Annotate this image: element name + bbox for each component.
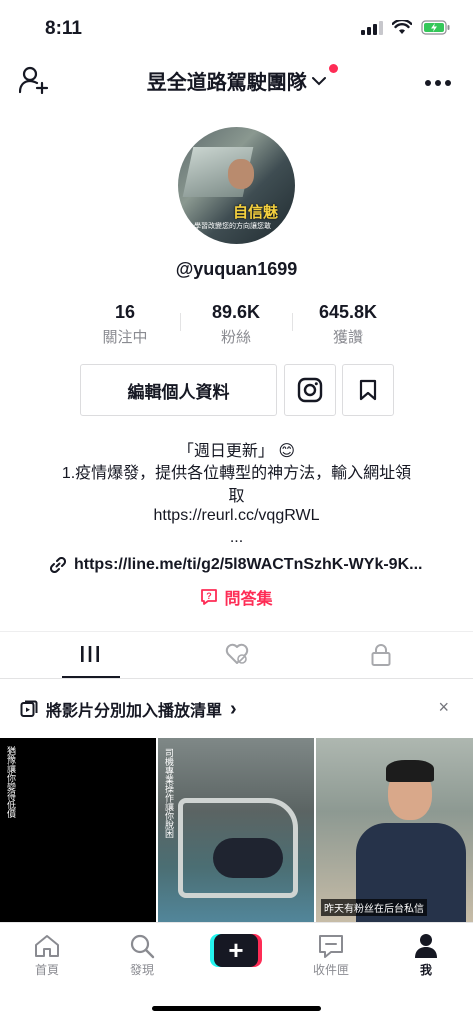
more-options-button[interactable] xyxy=(424,74,452,92)
nav-label: 首頁 xyxy=(34,963,59,977)
tab-private[interactable] xyxy=(370,643,392,672)
chevron-right-icon: › xyxy=(230,697,237,720)
nav-home[interactable]: 首頁 xyxy=(17,931,77,978)
stat-likes[interactable]: 645.8K 獲讚 xyxy=(293,302,403,347)
qa-button[interactable]: ? 問答集 xyxy=(0,585,473,609)
playlist-label: 將影片分別加入播放清單 xyxy=(46,703,223,720)
home-indicator xyxy=(152,1006,321,1011)
bottom-nav: 首頁 發現 + 收件匣 我 xyxy=(0,922,473,992)
status-icons xyxy=(361,20,451,35)
profile-link[interactable]: https://line.me/ti/g2/5l8WACTnSzhK-WYk-9… xyxy=(50,556,422,574)
battery-charging-icon xyxy=(421,20,450,35)
avatar-face xyxy=(228,159,254,189)
home-icon xyxy=(35,935,59,957)
cellular-signal-icon xyxy=(361,20,383,35)
video-thumbnail[interactable]: 司機專業操作讓你脫困 xyxy=(158,738,314,922)
search-icon xyxy=(130,934,155,959)
playlist-icon xyxy=(20,700,38,717)
nav-label: 我 xyxy=(419,963,432,977)
avatar-caption: 自信魅 xyxy=(233,203,279,221)
heart-hidden-icon xyxy=(225,643,249,664)
svg-text:?: ? xyxy=(207,591,213,601)
wifi-icon xyxy=(392,20,412,34)
nav-label: 收件匣 xyxy=(312,963,349,977)
tab-liked[interactable] xyxy=(225,643,249,670)
playlist-prompt[interactable]: 將影片分別加入播放清單 › xyxy=(20,697,237,721)
video-caption: 昨天有粉丝在后台私信 xyxy=(321,899,427,916)
bio-url: https://reurl.cc/vqgRWL xyxy=(153,507,320,524)
bio-line: 「週日更新」 😊 xyxy=(177,443,296,460)
chevron-down-icon xyxy=(312,76,327,85)
qa-label: 問答集 xyxy=(224,591,273,608)
avatar-subcaption: 學習改變您的方向讓您敢 xyxy=(194,222,271,230)
tab-videos[interactable] xyxy=(79,643,101,670)
close-button[interactable]: × xyxy=(438,697,449,718)
account-switcher[interactable]: 昱全道路駕駛團隊 xyxy=(0,66,473,95)
person-hair xyxy=(386,760,434,782)
inbox-icon xyxy=(319,935,343,958)
stat-value: 645.8K xyxy=(318,302,378,322)
lock-icon xyxy=(371,644,391,666)
stat-label: 獲讚 xyxy=(332,329,363,346)
question-message-icon: ? xyxy=(201,589,218,605)
stat-label: 關注中 xyxy=(102,329,148,346)
profile-link-text: https://line.me/ti/g2/5l8WACTnSzhK-WYk-9… xyxy=(74,556,423,573)
video-thumbnail[interactable]: 昨天有粉丝在后台私信 xyxy=(316,738,473,922)
link-icon xyxy=(50,557,66,573)
instagram-button[interactable] xyxy=(284,364,336,416)
grid-columns-icon xyxy=(81,646,99,662)
create-button[interactable]: + xyxy=(210,934,262,967)
person-shape xyxy=(213,838,283,878)
stat-following[interactable]: 16 關注中 xyxy=(70,302,180,347)
bio-ellipsis[interactable]: ... xyxy=(40,526,433,549)
more-dots-icon xyxy=(425,80,451,86)
nav-me[interactable]: 我 xyxy=(396,931,456,978)
avatar[interactable]: 自信魅 學習改變您的方向讓您敢 xyxy=(178,127,295,244)
nav-inbox[interactable]: 收件匣 xyxy=(301,931,361,978)
divider xyxy=(0,678,473,679)
favorites-button[interactable] xyxy=(342,364,394,416)
plus-icon: + xyxy=(214,934,258,967)
stat-followers[interactable]: 89.6K 粉絲 xyxy=(181,302,291,347)
video-overlay-text: 司機專業操作讓你脫困 xyxy=(163,748,173,838)
stat-label: 粉絲 xyxy=(220,329,251,346)
profile-icon xyxy=(415,934,437,958)
status-time: 8:11 xyxy=(45,18,82,39)
page-title: 昱全道路駕駛團隊 xyxy=(146,72,307,94)
notification-dot xyxy=(329,64,338,73)
video-thumbnail[interactable]: 猶豫讓你變得低價 xyxy=(0,738,156,922)
divider xyxy=(0,631,473,632)
nav-discover[interactable]: 發現 xyxy=(112,931,172,978)
video-overlay-text: 猶豫讓你變得低價 xyxy=(5,746,15,818)
username: @yuquan1699 xyxy=(175,259,298,279)
instagram-icon xyxy=(297,377,323,403)
stat-value: 89.6K xyxy=(211,302,261,322)
nav-label: 發現 xyxy=(129,963,154,977)
stat-value: 16 xyxy=(114,302,136,322)
bookmark-icon xyxy=(359,379,377,401)
bio-line: 1.疫情爆發，提供各位轉型的神方法，輸入網址領 xyxy=(61,465,412,482)
edit-profile-button[interactable]: 編輯個人資料 xyxy=(80,364,277,416)
